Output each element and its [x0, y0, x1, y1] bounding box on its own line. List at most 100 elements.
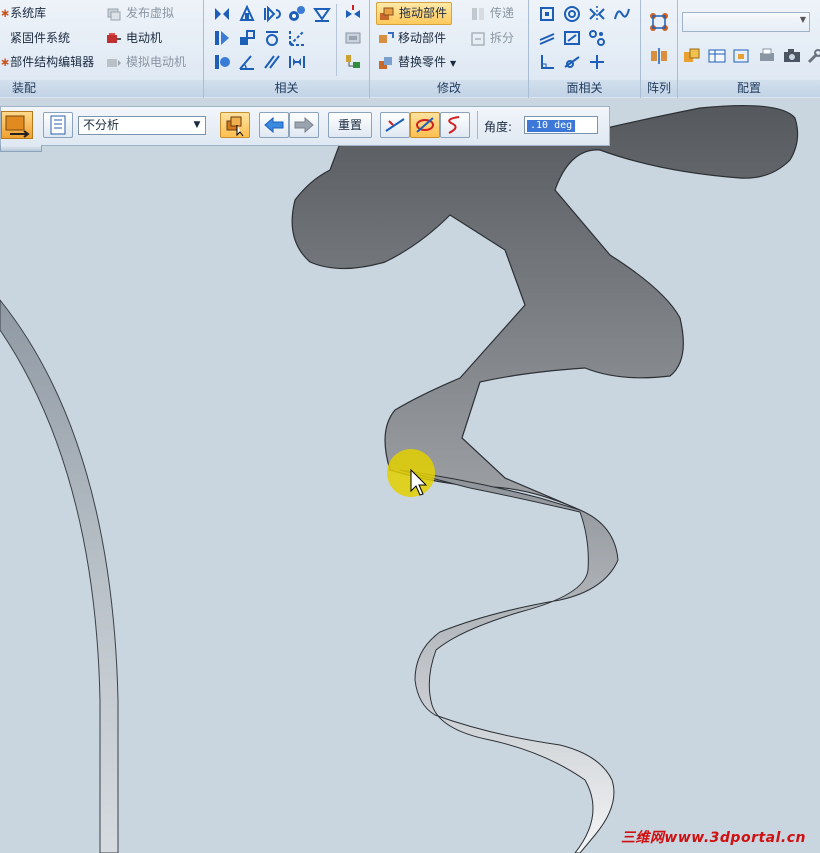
arrow-left-icon: [264, 116, 284, 134]
face-offset-icon[interactable]: [562, 28, 582, 48]
config-select[interactable]: ▼: [682, 12, 810, 32]
drag-component-icon: [380, 7, 394, 20]
publish-virtual-label: 发布虚拟: [126, 6, 175, 20]
rotate-mode-button[interactable]: [410, 112, 440, 138]
reset-button-label: 重置: [337, 118, 362, 132]
free-mode-icon: [448, 116, 460, 134]
coplanar-icon[interactable]: [537, 4, 557, 24]
mate-icon[interactable]: [212, 4, 232, 24]
ribbon-group-assembly: ∗系统库 紧固件系统 ∗部件结构编辑器 发布虚拟 电动机 模拟电动机 装配: [0, 0, 204, 98]
drag-handle-icon: [5, 115, 30, 138]
publish-virtual-button[interactable]: 发布虚拟: [106, 2, 174, 24]
move-component-button[interactable]: 移动部件: [378, 27, 446, 49]
angle-icon[interactable]: [237, 52, 257, 72]
angle-input[interactable]: .10 deg: [524, 116, 598, 134]
parallel-icon[interactable]: [262, 52, 282, 72]
insert-icon[interactable]: [262, 4, 282, 24]
move-mode-button[interactable]: [380, 112, 410, 138]
relations-divider: [336, 4, 337, 76]
simulate-motor-button[interactable]: 模拟电动机: [106, 51, 186, 73]
transfer-button[interactable]: 传递: [470, 2, 514, 24]
capture-fit-icon[interactable]: [343, 52, 363, 72]
ribbon-group-face-relations-label: 面相关: [529, 80, 640, 97]
ribbon-group-relations: 相关: [204, 0, 370, 98]
replace-part-button[interactable]: 替换零件 ▼: [378, 51, 456, 73]
fastener-system-label: 紧固件系统: [10, 31, 71, 45]
face-parallel-icon[interactable]: [537, 28, 557, 48]
watermark: 三维网www.3dportal.cn: [620, 830, 806, 846]
ribbon-group-config: ▼ 配置: [678, 0, 820, 98]
config-new-window-icon[interactable]: [732, 46, 752, 66]
flash-fit-icon[interactable]: [343, 4, 363, 24]
next-button[interactable]: [289, 112, 319, 138]
equal-radius-icon[interactable]: [612, 4, 632, 24]
transfer-icon: [472, 7, 484, 20]
free-mode-button[interactable]: [440, 112, 470, 138]
motor-icon: [107, 32, 121, 43]
ribbon-group-pattern-label: 阵列: [641, 80, 677, 97]
simulate-motor-label: 模拟电动机: [126, 55, 187, 69]
match-coordinate-icon[interactable]: [212, 52, 232, 72]
angle-label: 角度:: [484, 120, 513, 134]
disperse-button[interactable]: 拆分: [470, 27, 514, 49]
system-library-button[interactable]: ∗系统库: [0, 2, 46, 24]
move-component-label: 移动部件: [398, 31, 447, 45]
replace-part-label: 替换零件: [398, 55, 447, 69]
select-component-button[interactable]: [220, 112, 250, 138]
ribbon-group-face-relations: 面相关: [529, 0, 641, 98]
tangent-icon[interactable]: [262, 28, 282, 48]
options-list-icon: [50, 115, 66, 135]
ribbon-group-config-label: 配置: [678, 80, 820, 97]
arrow-right-icon: [294, 116, 314, 134]
analysis-select-arrow-icon: ▼: [193, 120, 201, 130]
center-plane-icon[interactable]: [287, 52, 307, 72]
analysis-select-value: 不分析: [83, 118, 120, 132]
face-rigid-icon[interactable]: [587, 28, 607, 48]
ribbon: ∗系统库 紧固件系统 ∗部件结构编辑器 发布虚拟 电动机 模拟电动机 装配 相关…: [0, 0, 820, 99]
move-mode-icon: [385, 118, 405, 132]
face-perpendicular-icon[interactable]: [537, 52, 557, 72]
fastener-system-button[interactable]: 紧固件系统: [10, 27, 70, 49]
config-tools-icon[interactable]: [805, 46, 820, 66]
path-icon[interactable]: [312, 4, 332, 24]
part-structure-editor-button[interactable]: ∗部件结构编辑器: [0, 51, 94, 73]
symmetric-icon[interactable]: [587, 4, 607, 24]
ribbon-group-modify-label: 修改: [370, 80, 528, 97]
command-bar-tab[interactable]: [0, 145, 42, 152]
part-structure-editor-label: 部件结构编辑器: [10, 55, 95, 69]
drag-component-button[interactable]: 拖动部件: [376, 2, 453, 25]
gear-relation-icon[interactable]: [287, 4, 307, 24]
face-tangent-icon[interactable]: [562, 52, 582, 72]
reset-button[interactable]: 重置: [328, 112, 372, 138]
pattern-icon[interactable]: [649, 12, 669, 32]
options-button[interactable]: [43, 112, 73, 138]
config-display-icon[interactable]: [682, 46, 702, 66]
config-table-icon[interactable]: [707, 46, 727, 66]
planar-align-icon[interactable]: [237, 4, 257, 24]
mirror-icon[interactable]: [649, 46, 669, 66]
cam-icon[interactable]: [287, 28, 307, 48]
ribbon-group-modify: 拖动部件 移动部件 替换零件 ▼ 传递 拆分 修改: [370, 0, 529, 98]
previous-button[interactable]: [259, 112, 289, 138]
replace-part-dropdown-icon[interactable]: ▼: [450, 59, 456, 68]
drag-component-label: 拖动部件: [399, 6, 448, 20]
face-add-icon[interactable]: [587, 52, 607, 72]
command-bar-handle[interactable]: [1, 111, 33, 139]
axial-align-icon[interactable]: [237, 28, 257, 48]
concentric-icon[interactable]: [562, 4, 582, 24]
disperse-label: 拆分: [490, 31, 515, 45]
relation-assistant-icon[interactable]: [343, 28, 363, 48]
config-print-icon[interactable]: [757, 46, 777, 66]
ribbon-group-relations-label: 相关: [204, 80, 369, 97]
disperse-icon: [471, 31, 485, 46]
motor-label: 电动机: [126, 31, 163, 45]
motor-button[interactable]: 电动机: [106, 27, 162, 49]
ribbon-group-pattern: 阵列: [641, 0, 678, 98]
angle-input-value: .10 deg: [527, 120, 576, 132]
3d-viewport[interactable]: [0, 98, 820, 853]
select-component-icon: [226, 116, 244, 137]
analysis-select[interactable]: 不分析 ▼: [78, 116, 206, 135]
config-camera-icon[interactable]: [782, 46, 802, 66]
connect-icon[interactable]: [212, 28, 232, 48]
system-library-label: 系统库: [10, 6, 47, 20]
